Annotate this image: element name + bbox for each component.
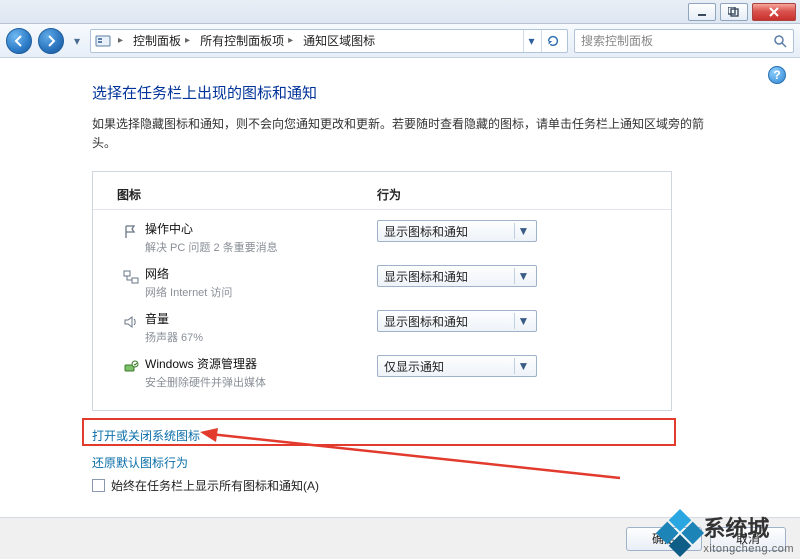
ok-button[interactable]: 确定 <box>626 527 702 551</box>
table-header: 图标 行为 <box>93 186 671 210</box>
chevron-down-icon: ▼ <box>514 313 532 329</box>
nav-toolbar: ▾ ▸ 控制面板▸ 所有控制面板项▸ 通知区域图标 ▾ 搜索控制面板 <box>0 24 800 58</box>
table-row: 音量 扬声器 67% 显示图标和通知 ▼ <box>93 300 671 345</box>
table-row: Windows 资源管理器 安全删除硬件并弹出媒体 仅显示通知 ▼ <box>93 345 671 390</box>
select-value: 仅显示通知 <box>384 358 444 375</box>
select-value: 显示图标和通知 <box>384 223 468 240</box>
row-sub: 网络 Internet 访问 <box>145 284 377 300</box>
nav-forward-button[interactable] <box>38 28 64 54</box>
row-name: 操作中心 <box>145 220 377 237</box>
behavior-select[interactable]: 显示图标和通知 ▼ <box>377 220 537 242</box>
close-icon <box>769 7 779 17</box>
maximize-icon <box>728 7 740 17</box>
breadcrumb-item-all-items[interactable]: 所有控制面板项▸ <box>197 32 298 49</box>
page-description: 如果选择隐藏图标和通知，则不会向您通知更改和更新。若要随时查看隐藏的图标，请单击… <box>92 115 712 153</box>
row-name: 音量 <box>145 310 377 327</box>
safely-remove-hardware-icon <box>117 355 145 379</box>
table-row: 网络 网络 Internet 访问 显示图标和通知 ▼ <box>93 255 671 300</box>
select-value: 显示图标和通知 <box>384 313 468 330</box>
breadcrumb-item-notification-icons[interactable]: 通知区域图标 <box>300 32 378 49</box>
cancel-button[interactable]: 取消 <box>710 527 786 551</box>
row-sub: 扬声器 67% <box>145 329 377 345</box>
page-title: 选择在任务栏上出现的图标和通知 <box>92 82 752 103</box>
window-titlebar <box>0 0 800 24</box>
forward-arrow-icon <box>45 35 57 47</box>
row-sub: 解决 PC 问题 2 条重要消息 <box>145 239 377 255</box>
nav-history-dropdown[interactable]: ▾ <box>70 28 84 54</box>
minimize-button[interactable] <box>688 3 716 21</box>
behavior-select[interactable]: 显示图标和通知 ▼ <box>377 265 537 287</box>
help-button[interactable]: ? <box>768 66 786 84</box>
refresh-button[interactable] <box>541 30 563 52</box>
row-sub: 安全删除硬件并弹出媒体 <box>145 374 377 390</box>
breadcrumb-item-control-panel[interactable]: 控制面板▸ <box>130 32 195 49</box>
row-name: 网络 <box>145 265 377 282</box>
speaker-icon <box>117 310 145 334</box>
chevron-down-icon: ▼ <box>514 268 532 284</box>
toggle-system-icons-link[interactable]: 打开或关闭系统图标 <box>92 427 200 444</box>
dialog-button-bar: 确定 取消 <box>0 517 800 559</box>
select-value: 显示图标和通知 <box>384 268 468 285</box>
header-action-column: 行为 <box>377 186 647 203</box>
address-history-dropdown[interactable]: ▾ <box>523 30 539 52</box>
always-show-checkbox-row[interactable]: 始终在任务栏上显示所有图标和通知(A) <box>92 477 752 494</box>
header-icon-column: 图标 <box>117 186 377 203</box>
chevron-down-icon: ▼ <box>514 358 532 374</box>
control-panel-icon <box>95 33 111 49</box>
icon-settings-table: 图标 行为 操作中心 解决 PC 问题 2 条重要消息 显示图标和通知 ▼ <box>92 171 672 411</box>
close-button[interactable] <box>752 3 796 21</box>
restore-defaults-link[interactable]: 还原默认图标行为 <box>92 454 188 471</box>
chevron-down-icon: ▼ <box>514 223 532 239</box>
search-icon <box>773 34 787 48</box>
breadcrumb-root-arrow[interactable]: ▸ <box>113 35 128 46</box>
search-placeholder: 搜索控制面板 <box>581 32 653 49</box>
always-show-checkbox[interactable] <box>92 479 105 492</box>
address-bar[interactable]: ▸ 控制面板▸ 所有控制面板项▸ 通知区域图标 ▾ <box>90 29 568 53</box>
table-row: 操作中心 解决 PC 问题 2 条重要消息 显示图标和通知 ▼ <box>93 210 671 255</box>
nav-back-button[interactable] <box>6 28 32 54</box>
behavior-select[interactable]: 显示图标和通知 ▼ <box>377 310 537 332</box>
row-name: Windows 资源管理器 <box>145 355 377 372</box>
always-show-label: 始终在任务栏上显示所有图标和通知(A) <box>111 477 319 494</box>
minimize-icon <box>697 7 707 17</box>
flag-icon <box>117 220 145 244</box>
search-input[interactable]: 搜索控制面板 <box>574 29 794 53</box>
page-content: ? 选择在任务栏上出现的图标和通知 如果选择隐藏图标和通知，则不会向您通知更改和… <box>0 58 800 494</box>
network-icon <box>117 265 145 289</box>
maximize-button[interactable] <box>720 3 748 21</box>
refresh-icon <box>546 34 560 48</box>
back-arrow-icon <box>13 35 25 47</box>
behavior-select[interactable]: 仅显示通知 ▼ <box>377 355 537 377</box>
